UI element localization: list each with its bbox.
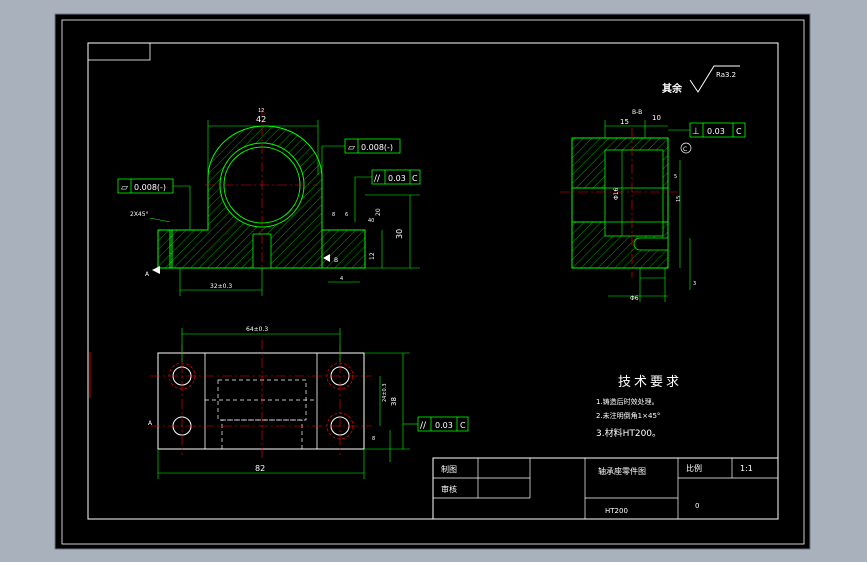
- svg-text:▱: ▱: [121, 183, 128, 193]
- parallel-value-top: 0.03: [435, 421, 453, 430]
- dim-12-top: 12: [258, 108, 264, 114]
- datum-b: B: [334, 257, 338, 264]
- dim-12-right: 12: [369, 252, 376, 260]
- side-dim-15: 15: [620, 118, 629, 126]
- side-slot: [633, 237, 669, 251]
- top-dim-82: 82: [255, 464, 265, 473]
- tech-item-2: 2.未注明倒角1×45°: [596, 411, 660, 420]
- top-dim-24: 24±0.3: [382, 383, 388, 402]
- datum-c: C: [683, 146, 687, 153]
- sheet-num: 0: [695, 502, 699, 510]
- tech-item-3: 3.材料HT200。: [596, 427, 661, 439]
- tech-item-1: 1.铸造后时效处理。: [596, 397, 659, 406]
- side-dia-6: Φ6: [630, 295, 639, 302]
- dim-small-2: 8: [332, 212, 335, 218]
- dim-42: 42: [256, 115, 266, 124]
- perp-value: 0.03: [707, 127, 725, 136]
- side-dim-10: 10: [652, 114, 661, 122]
- dim-small-4: 40: [368, 218, 374, 224]
- dim-small-3: 6: [345, 212, 348, 218]
- dim-30: 30: [395, 229, 404, 239]
- dim-small-1: 4: [340, 276, 343, 282]
- perp-icon: ⊥: [692, 127, 700, 137]
- side-dim-5: 5: [674, 174, 677, 180]
- scale-value: 1:1: [740, 464, 753, 473]
- left-foot: [157, 229, 173, 269]
- scale-label: 比例: [686, 463, 702, 473]
- side-dim-15b: 15: [676, 196, 682, 202]
- maker-label: 制图: [441, 464, 457, 474]
- parallel-datum-top: C: [460, 421, 466, 430]
- parallel-datum-front: C: [412, 174, 418, 183]
- drawing-sheet: 其余 Ra3.2 42 12 ▱ 0.008(-) // 0.03 C ▱ 0.…: [0, 0, 867, 562]
- surface-finish-value: Ra3.2: [716, 71, 736, 79]
- tech-title: 技术要求: [618, 375, 682, 390]
- parallel-icon-top: //: [420, 421, 427, 431]
- side-dia-16: Φ16: [613, 187, 620, 200]
- checker-label: 审核: [441, 484, 457, 494]
- material-value: HT200: [605, 507, 628, 515]
- parallel-icon-front: //: [374, 174, 381, 184]
- flatness-value-left: 0.008(-): [134, 183, 166, 192]
- side-dim-3: 3: [693, 281, 696, 287]
- top-dim-38: 38: [390, 397, 398, 406]
- flatness-icon: ▱: [348, 143, 355, 153]
- top-dim-8: 8: [372, 436, 375, 442]
- top-dim-64: 64±0.3: [246, 326, 268, 333]
- side-section-label: B-B: [632, 109, 642, 116]
- parallel-value-front: 0.03: [388, 174, 406, 183]
- perp-datum: C: [736, 127, 742, 136]
- surface-finish-label: 其余: [662, 82, 683, 95]
- flatness-value-top: 0.008(-): [361, 143, 393, 152]
- part-name: 轴承座零件图: [598, 466, 646, 476]
- dim-20: 20: [375, 208, 382, 216]
- chamfer-note: 2X45°: [130, 211, 149, 218]
- dim-32: 32±0.3: [210, 283, 232, 290]
